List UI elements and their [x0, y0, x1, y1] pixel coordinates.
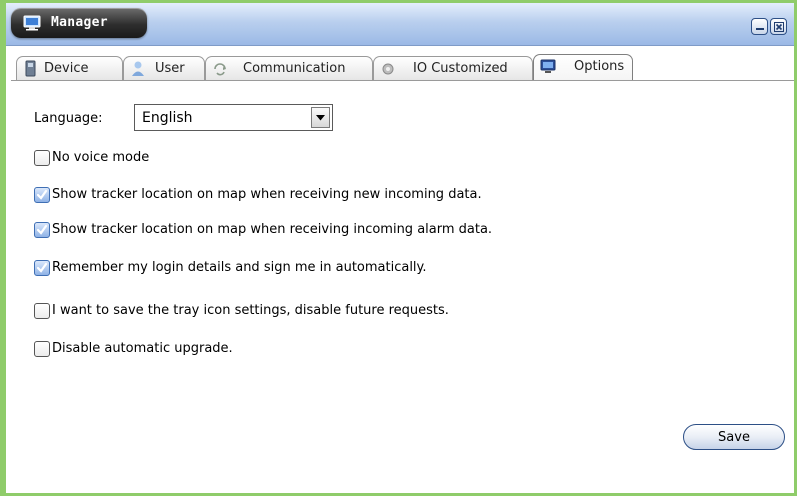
user-icon: [130, 60, 146, 77]
checkbox-label: Show tracker location on map when receiv…: [52, 187, 482, 202]
checkbox[interactable]: [34, 260, 50, 276]
tab-strip: Device User Communication IO Customized …: [11, 53, 794, 81]
minimize-button[interactable]: [751, 18, 768, 35]
language-value: English: [142, 110, 193, 126]
tab-options[interactable]: Options: [533, 54, 633, 81]
close-icon: [773, 17, 784, 36]
checkbox[interactable]: [34, 150, 50, 166]
minimize-icon: [755, 17, 765, 36]
tab-label: Communication: [243, 61, 346, 76]
checkbox-label: Disable automatic upgrade.: [52, 341, 233, 356]
language-label: Language:: [34, 111, 103, 126]
monitor-icon: [540, 58, 556, 75]
checkmark-icon: [36, 224, 48, 235]
close-button[interactable]: [770, 18, 787, 35]
tab-io-customized[interactable]: IO Customized: [373, 56, 533, 80]
tab-label: Device: [44, 61, 89, 76]
language-select[interactable]: English: [134, 104, 333, 131]
tab-user[interactable]: User: [123, 56, 205, 80]
checkmark-icon: [36, 189, 48, 200]
checkbox[interactable]: [34, 222, 50, 238]
checkbox[interactable]: [34, 303, 50, 319]
save-button[interactable]: Save: [683, 424, 785, 450]
tab-label: Options: [574, 59, 625, 74]
communication-icon: [212, 60, 228, 77]
tab-device[interactable]: Device: [16, 56, 123, 80]
title-bar: Manager: [6, 3, 794, 46]
checkbox-label: I want to save the tray icon settings, d…: [52, 303, 449, 318]
manager-window: Manager Device User Communication IO Cus…: [0, 0, 797, 496]
checkbox[interactable]: [34, 341, 50, 357]
checkbox[interactable]: [34, 187, 50, 203]
device-icon: [23, 60, 39, 77]
checkbox-label: No voice mode: [52, 150, 150, 165]
title-badge: Manager: [11, 8, 147, 38]
tab-label: User: [155, 61, 185, 76]
dropdown-arrow-icon[interactable]: [311, 107, 330, 128]
checkbox-label: Show tracker location on map when receiv…: [52, 222, 493, 237]
window-title: Manager: [51, 15, 108, 30]
computer-icon: [23, 15, 41, 31]
checkbox-label: Remember my login details and sign me in…: [52, 260, 427, 275]
tab-communication[interactable]: Communication: [205, 56, 373, 80]
checkmark-icon: [36, 262, 48, 273]
tab-label: IO Customized: [413, 61, 508, 76]
options-panel: Language: English No voice mode Show tra…: [6, 81, 794, 493]
gear-icon: [380, 60, 396, 77]
